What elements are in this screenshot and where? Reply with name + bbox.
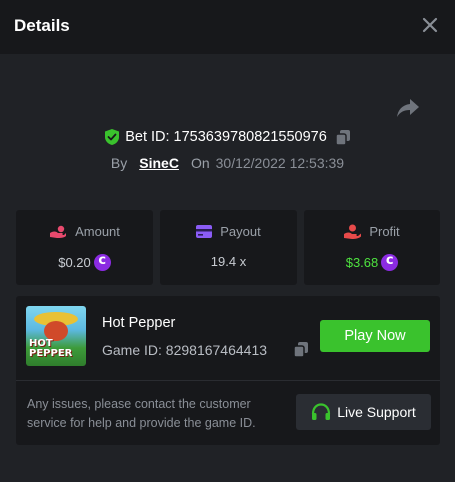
profit-label: Profit (369, 224, 400, 239)
divider (16, 380, 440, 381)
share-icon[interactable] (396, 97, 420, 119)
game-thumbnail[interactable]: HOT PEPPER (26, 306, 86, 366)
payout-label: Payout (220, 224, 261, 239)
coin-icon (93, 253, 111, 271)
hand-money-icon (344, 224, 362, 239)
dialog-title: Details (14, 16, 70, 35)
on-label: On (190, 155, 210, 171)
live-support-label: Live Support (337, 404, 416, 420)
play-now-button[interactable]: Play Now (320, 320, 430, 352)
support-text: Any issues, please contact the customer … (27, 397, 256, 430)
copy-icon[interactable] (293, 341, 309, 358)
amount-value: $0.20 (58, 255, 91, 270)
profit-card: Profit $3.68 (304, 210, 440, 285)
payout-value: 19.4 x (210, 254, 247, 269)
bet-id-row: Bet ID: 1753639780821550976 (0, 126, 455, 148)
user-link[interactable]: SineC (139, 155, 179, 171)
copy-icon[interactable] (335, 129, 351, 146)
bet-meta-row: By SineC On 30/12/2022 12:53:39 (0, 153, 455, 173)
close-icon[interactable] (418, 13, 442, 37)
amount-card: Amount $0.20 (16, 210, 153, 285)
dialog-header: Details (0, 0, 455, 54)
headset-icon (312, 403, 331, 420)
coin-icon (381, 253, 399, 271)
live-support-button[interactable]: Live Support (296, 394, 431, 430)
payout-card: Payout 19.4 x (160, 210, 297, 285)
amount-label: Amount (75, 224, 120, 239)
game-name: Hot Pepper (102, 315, 176, 331)
profit-value: $3.68 (345, 255, 379, 270)
hand-coin-icon (50, 225, 67, 238)
shield-check-icon (105, 129, 120, 145)
game-panel: HOT PEPPER Hot Pepper Game ID: 829816746… (16, 296, 440, 445)
game-id: Game ID: 8298167464413 (102, 342, 268, 358)
bet-date: 30/12/2022 12:53:39 (215, 155, 345, 171)
by-label: By (110, 155, 128, 171)
card-icon (196, 225, 213, 238)
game-thumbnail-text: HOT PEPPER (29, 338, 73, 359)
bet-id: Bet ID: 1753639780821550976 (125, 129, 327, 145)
